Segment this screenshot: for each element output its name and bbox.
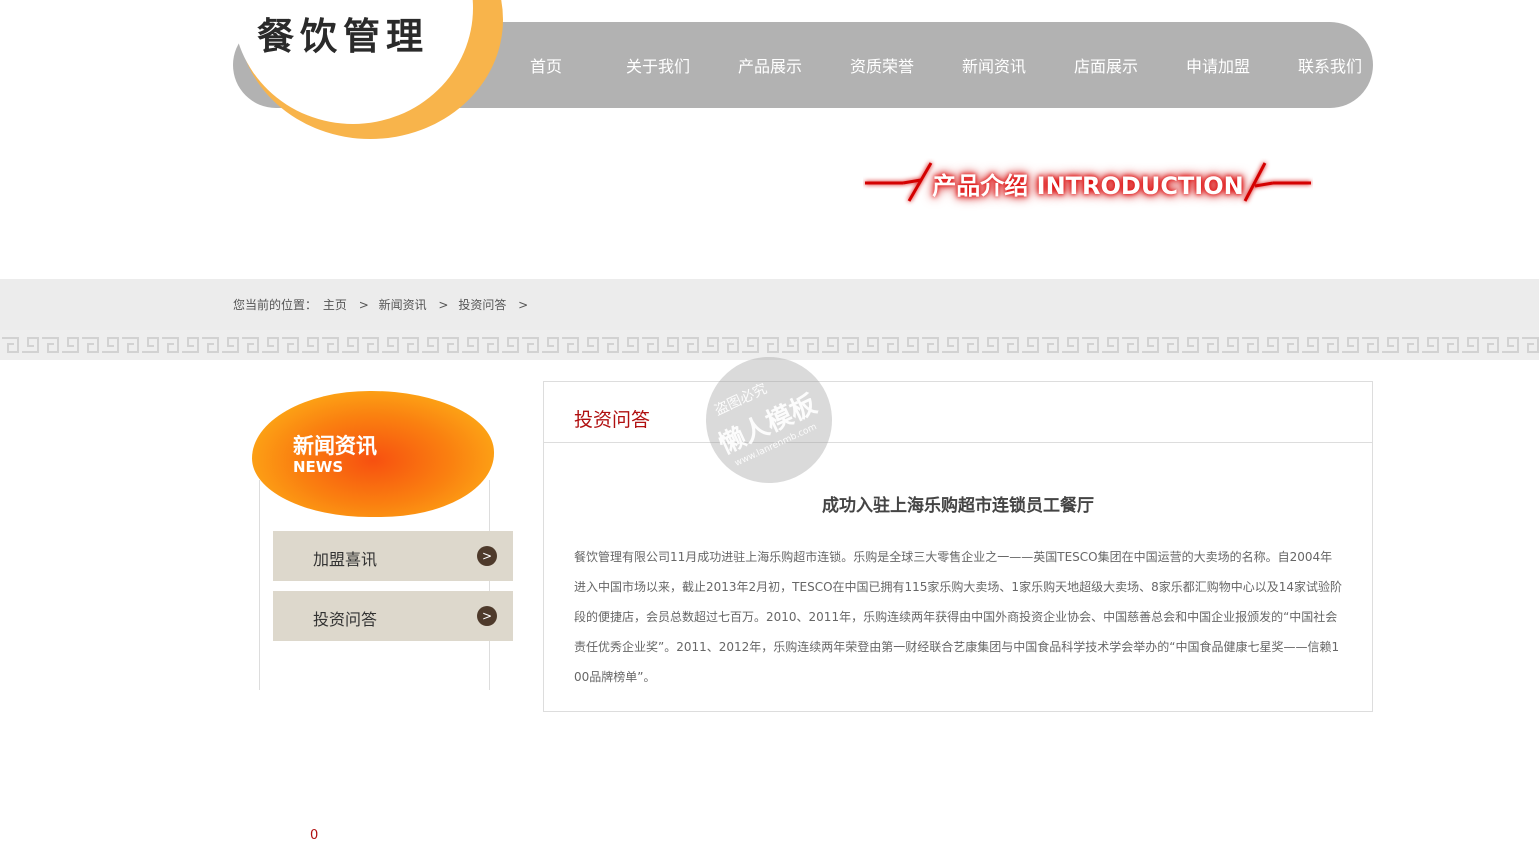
breadcrumb-home[interactable]: 主页 (323, 298, 347, 312)
nav-item-about[interactable]: 关于我们 (602, 53, 714, 77)
logo-text: 餐饮管理 (257, 14, 429, 58)
breadcrumb-news[interactable]: 新闻资讯 (379, 298, 427, 312)
breadcrumb-separator: > (518, 298, 529, 312)
nav-item-honors[interactable]: 资质荣誉 (826, 53, 938, 77)
breadcrumb-strip: 您当前的位置： 主页 > 新闻资讯 > 投资问答 > (0, 279, 1539, 330)
main-nav: 首页 关于我们 产品展示 资质荣誉 新闻资讯 店面展示 申请加盟 联系我们 (490, 22, 1386, 108)
chevron-right-icon: > (477, 606, 497, 626)
fret-pattern (0, 330, 1539, 360)
article-title: 成功入驻上海乐购超市连锁员工餐厅 (822, 496, 1094, 516)
nav-item-franchise[interactable]: 申请加盟 (1162, 53, 1274, 77)
nav-item-home[interactable]: 首页 (490, 53, 602, 77)
sidebar-item-label: 投资问答 (313, 610, 378, 629)
article-body: 餐饮管理有限公司11月成功进驻上海乐购超市连锁。乐购是全球三大零售企业之一——英… (574, 550, 1342, 684)
nav-item-contact[interactable]: 联系我们 (1274, 53, 1386, 77)
panel-header: 投资问答 (544, 382, 1372, 443)
fret-pattern-band (0, 330, 1539, 360)
breadcrumb-separator: > (358, 298, 369, 312)
chevron-right-icon: > (477, 546, 497, 566)
breadcrumb-prefix: 您当前的位置： (233, 298, 318, 312)
logo[interactable]: 餐饮管理 (233, 0, 503, 140)
breadcrumb-separator: > (438, 298, 449, 312)
sidebar-item-investment-qa[interactable]: 投资问答 > (273, 591, 513, 641)
breadcrumb: 您当前的位置： 主页 > 新闻资讯 > 投资问答 > (233, 296, 534, 313)
sidebar-item-franchise-news[interactable]: 加盟喜讯 > (273, 531, 513, 581)
sidebar-subtitle: NEWS (293, 458, 344, 476)
nav-item-products[interactable]: 产品展示 (714, 53, 826, 77)
sidebar-title: 新闻资讯 (293, 434, 377, 458)
nav-item-news[interactable]: 新闻资讯 (938, 53, 1050, 77)
breadcrumb-investment-qa[interactable]: 投资问答 (458, 298, 506, 312)
panel-title: 投资问答 (574, 409, 651, 431)
intro-banner: 产品介绍 INTRODUCTION (863, 158, 1313, 208)
nav-item-stores[interactable]: 店面展示 (1050, 53, 1162, 77)
footer-counter: 0 (310, 828, 319, 843)
banner-text: 产品介绍 INTRODUCTION (932, 171, 1244, 200)
sidebar-item-label: 加盟喜讯 (313, 550, 378, 569)
content-panel: 投资问答 成功入驻上海乐购超市连锁员工餐厅 餐饮管理有限公司11月成功进驻上海乐… (543, 381, 1373, 712)
